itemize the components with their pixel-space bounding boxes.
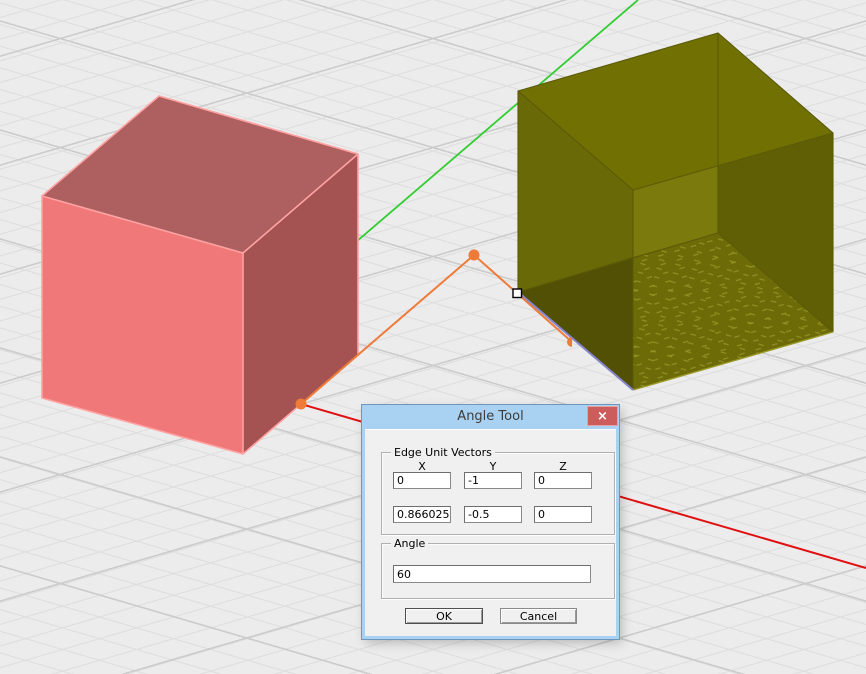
ok-button[interactable]: OK bbox=[405, 608, 483, 624]
close-icon: × bbox=[597, 409, 608, 424]
edge-unit-vectors-group: Edge Unit Vectors X Y Z bbox=[381, 452, 615, 535]
cancel-button[interactable]: Cancel bbox=[500, 608, 577, 624]
vector2-x-field[interactable] bbox=[393, 506, 451, 523]
vector2-y-field[interactable] bbox=[464, 506, 522, 523]
edge-unit-vectors-label: Edge Unit Vectors bbox=[391, 446, 495, 459]
angle-tool-dialog: Angle Tool × Edge Unit Vectors X Y Z Ang… bbox=[362, 405, 619, 639]
vector1-x-field[interactable] bbox=[393, 472, 451, 489]
vector1-z-field[interactable] bbox=[534, 472, 592, 489]
vector1-y-field[interactable] bbox=[464, 472, 522, 489]
dialog-title[interactable]: Angle Tool bbox=[362, 405, 619, 429]
close-button[interactable]: × bbox=[587, 406, 618, 426]
3d-viewport[interactable]: Angle Tool × Edge Unit Vectors X Y Z Ang… bbox=[0, 0, 866, 674]
vector2-z-field[interactable] bbox=[534, 506, 592, 523]
angle-vertex-dot[interactable] bbox=[469, 250, 480, 261]
dialog-body: Edge Unit Vectors X Y Z Angle OK Cancel bbox=[365, 429, 616, 636]
angle-label: Angle bbox=[391, 537, 428, 550]
pink-cube[interactable] bbox=[42, 96, 358, 454]
angle-value-field[interactable] bbox=[393, 565, 591, 583]
edge-select-handle[interactable] bbox=[513, 289, 522, 298]
angle-group: Angle bbox=[381, 543, 615, 599]
angle-endpoint-dot-1[interactable] bbox=[296, 399, 307, 410]
